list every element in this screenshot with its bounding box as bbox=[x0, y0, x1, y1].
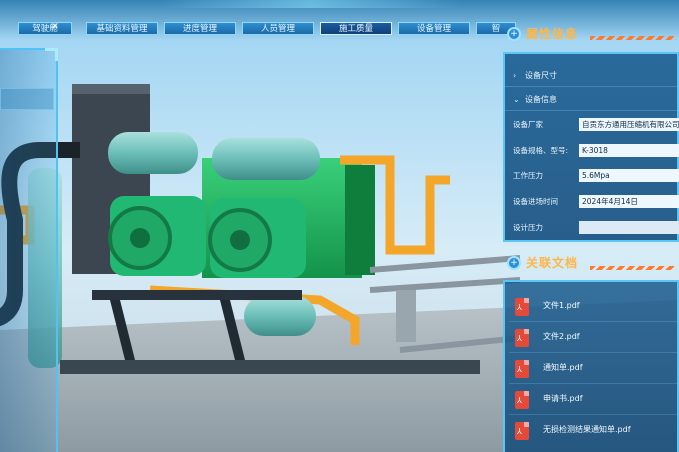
field-label: 设备厂家 bbox=[513, 120, 543, 129]
document-item[interactable]: ⅄ 文件1.pdf bbox=[509, 296, 677, 322]
document-name: 文件2.pdf bbox=[543, 332, 580, 341]
left-side-panel bbox=[0, 48, 58, 452]
document-name: 无损检测结果通知单.pdf bbox=[543, 425, 631, 434]
field-arrival-date: 设备进场时间 2024年4月14日 bbox=[511, 193, 679, 211]
section-device-size[interactable]: › 设备尺寸 bbox=[505, 66, 677, 87]
field-manufacturer: 设备厂家 自贡东方通用压缩机有限公司 bbox=[511, 116, 679, 134]
tab-personnel[interactable]: 人员管理 bbox=[242, 22, 314, 35]
panel-corner-notch bbox=[45, 48, 58, 61]
divider bbox=[509, 414, 677, 415]
pdf-icon: ⅄ bbox=[515, 298, 529, 316]
section-device-info[interactable]: ⌄ 设备信息 bbox=[505, 90, 677, 111]
section-label: 设备信息 bbox=[525, 95, 557, 104]
document-name: 文件1.pdf bbox=[543, 301, 580, 310]
close-icon[interactable]: ✕ bbox=[50, 22, 60, 32]
chevron-down-icon: ⌄ bbox=[513, 95, 520, 104]
title-glow bbox=[160, 0, 460, 8]
field-label: 设计压力 bbox=[513, 223, 543, 232]
documents-panel: ⅄ 文件1.pdf ⅄ 文件2.pdf ⅄ 通知单.pdf ⅄ 申请书.pdf … bbox=[503, 280, 679, 452]
document-name: 通知单.pdf bbox=[543, 363, 583, 372]
field-label: 设备进场时间 bbox=[513, 197, 558, 206]
field-design-pressure: 设计压力 bbox=[511, 219, 679, 237]
tab-equipment[interactable]: 设备管理 bbox=[398, 22, 470, 35]
field-label: 工作压力 bbox=[513, 171, 543, 180]
pdf-icon: ⅄ bbox=[515, 391, 529, 409]
field-value[interactable]: K-3018 bbox=[579, 144, 679, 157]
divider bbox=[509, 352, 677, 353]
tab-progress[interactable]: 进度管理 bbox=[164, 22, 236, 35]
field-model: 设备规格、型号: K-3018 bbox=[511, 142, 679, 160]
field-value[interactable]: 自贡东方通用压缩机有限公司 bbox=[579, 118, 679, 131]
title-stripe bbox=[590, 36, 676, 40]
title-stripe bbox=[590, 266, 676, 270]
document-item[interactable]: ⅄ 无损检测结果通知单.pdf bbox=[509, 420, 677, 446]
tab-construction-quality[interactable]: 施工质量 bbox=[320, 22, 392, 35]
section-label: 设备尺寸 bbox=[525, 71, 557, 80]
field-value[interactable]: 5.6Mpa bbox=[579, 169, 679, 182]
left-panel-row[interactable] bbox=[0, 88, 54, 110]
tab-basic-data[interactable]: 基础资料管理 bbox=[86, 22, 158, 35]
pdf-icon: ⅄ bbox=[515, 422, 529, 440]
pdf-icon: ⅄ bbox=[515, 360, 529, 378]
divider bbox=[509, 321, 677, 322]
document-name: 申请书.pdf bbox=[543, 394, 583, 403]
field-value[interactable] bbox=[579, 221, 679, 234]
attributes-panel: › 设备尺寸 ⌄ 设备信息 设备厂家 自贡东方通用压缩机有限公司 设备规格、型号… bbox=[503, 52, 679, 242]
field-value[interactable]: 2024年4月14日 bbox=[579, 195, 679, 208]
pdf-icon: ⅄ bbox=[515, 329, 529, 347]
plus-circle-icon[interactable]: + bbox=[507, 27, 521, 41]
field-label: 设备规格、型号: bbox=[513, 146, 569, 155]
document-item[interactable]: ⅄ 申请书.pdf bbox=[509, 389, 677, 415]
chevron-right-icon: › bbox=[513, 71, 517, 80]
attributes-title: 属性信息 bbox=[526, 27, 579, 41]
document-item[interactable]: ⅄ 通知单.pdf bbox=[509, 358, 677, 384]
divider bbox=[509, 383, 677, 384]
plus-circle-icon[interactable]: + bbox=[507, 256, 521, 270]
tab-cockpit[interactable]: 驾驶舱 bbox=[18, 22, 72, 35]
field-working-pressure: 工作压力 5.6Mpa bbox=[511, 167, 679, 185]
document-item[interactable]: ⅄ 文件2.pdf bbox=[509, 327, 677, 353]
documents-title: 关联文档 bbox=[526, 256, 579, 270]
